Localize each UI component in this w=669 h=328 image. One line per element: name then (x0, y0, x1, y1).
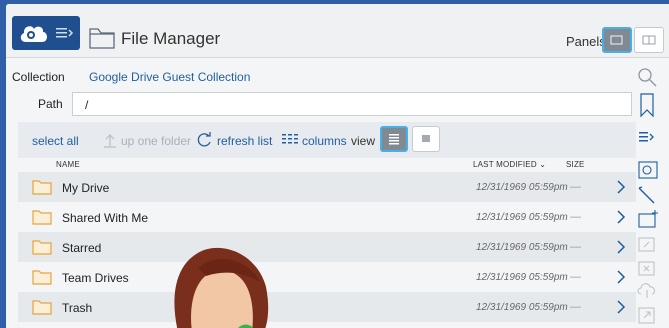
file-name[interactable]: Trash (62, 301, 92, 315)
file-modified: 12/31/1969 05:59pm (476, 212, 568, 223)
column-header-last-modified[interactable]: LAST MODIFIED ⌄ (473, 160, 546, 169)
select-all-button[interactable]: select all (32, 134, 79, 148)
folder-icon (32, 300, 52, 315)
single-panel-button[interactable] (602, 27, 632, 53)
bookmark-icon[interactable] (636, 92, 658, 118)
panels-label: Panels (566, 34, 606, 49)
file-modified: 12/31/1969 05:59pm (476, 272, 568, 283)
file-size: — (570, 301, 581, 313)
list-view-icon (389, 134, 399, 145)
details-toggle-icon[interactable] (636, 128, 658, 146)
chevron-right-icon[interactable] (616, 269, 626, 285)
file-name[interactable]: Starred (62, 241, 101, 255)
header-bar: File Manager Panels (6, 4, 669, 58)
page-title: File Manager (121, 29, 221, 48)
path-input[interactable]: / (72, 92, 632, 116)
dual-panel-button[interactable] (634, 27, 664, 53)
dual-panel-icon (642, 35, 656, 45)
file-modified: 12/31/1969 05:59pm (476, 182, 568, 193)
cloud-logo-icon (20, 26, 47, 42)
menu-icon (56, 28, 74, 38)
file-size: — (570, 241, 581, 253)
columns-icon (282, 134, 298, 144)
table-row[interactable]: Starred 12/31/1969 05:59pm — (18, 232, 636, 262)
folder-icon (32, 240, 52, 255)
file-modified: 12/31/1969 05:59pm (476, 242, 568, 253)
folder-icon (89, 28, 115, 49)
up-one-folder-button[interactable]: up one folder (121, 134, 191, 148)
file-name[interactable]: My Drive (62, 181, 109, 195)
search-icon[interactable] (636, 66, 658, 88)
file-modified: 12/31/1969 05:59pm (476, 302, 568, 313)
collection-label: Collection (12, 70, 65, 84)
grid-view-icon (422, 135, 430, 142)
chevron-right-icon[interactable] (616, 179, 626, 195)
file-manager-window: File Manager Panels Collection Google Dr… (6, 4, 669, 328)
column-header-name[interactable]: NAME (56, 160, 80, 169)
share-icon[interactable] (636, 158, 660, 182)
user-avatar (174, 247, 269, 328)
folder-icon (32, 210, 52, 225)
new-folder-icon[interactable] (636, 208, 660, 230)
upload-icon[interactable] (636, 280, 658, 300)
file-name[interactable]: Shared With Me (62, 211, 148, 225)
file-size: — (570, 211, 581, 223)
chevron-right-icon[interactable] (616, 239, 626, 255)
list-view-button[interactable] (380, 126, 408, 152)
table-row[interactable]: Shared With Me 12/31/1969 05:59pm — (18, 202, 636, 232)
single-panel-icon (610, 35, 623, 45)
app-menu-button[interactable] (12, 16, 80, 50)
collection-link[interactable]: Google Drive Guest Collection (89, 70, 250, 84)
file-size: — (570, 271, 581, 283)
folder-icon (32, 180, 52, 195)
table-row[interactable]: Team Drives 12/31/1969 05:59pm — (18, 262, 636, 292)
folder-icon (32, 270, 52, 285)
refresh-icon (197, 132, 211, 147)
rename-icon[interactable] (636, 234, 658, 254)
grid-view-button[interactable] (412, 126, 440, 152)
toolbar: select all up one folder refresh list co… (18, 122, 636, 158)
table-row[interactable]: My Drive 12/31/1969 05:59pm — (18, 172, 636, 202)
view-label: view (351, 134, 376, 148)
file-name[interactable]: Team Drives (62, 271, 129, 285)
column-header-size[interactable]: SIZE (566, 160, 585, 169)
columns-button[interactable]: columns (302, 134, 347, 148)
chevron-right-icon[interactable] (616, 299, 626, 315)
path-label: Path (38, 97, 63, 111)
refresh-list-button[interactable]: refresh list (217, 134, 272, 148)
open-icon[interactable] (636, 304, 658, 326)
delete-icon[interactable] (636, 258, 658, 278)
chevron-right-icon[interactable] (616, 209, 626, 225)
up-arrow-icon (104, 134, 116, 148)
table-row[interactable]: Trash 12/31/1969 05:59pm — (18, 292, 636, 322)
file-size: — (570, 181, 581, 193)
edit-icon[interactable] (636, 184, 658, 206)
